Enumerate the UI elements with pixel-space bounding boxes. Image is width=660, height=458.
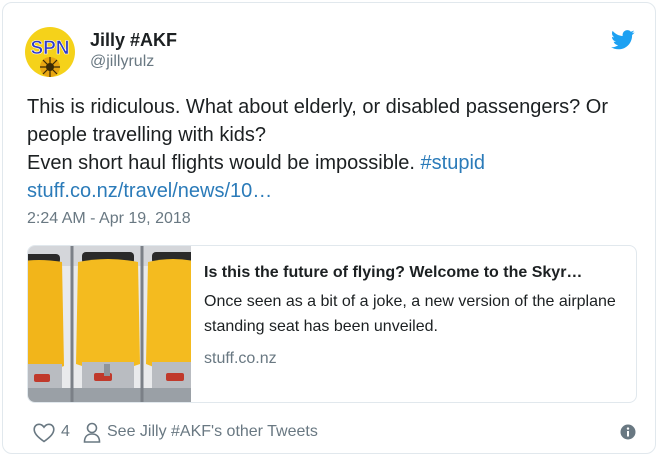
article-url-link[interactable]: stuff.co.nz/travel/news/10…: [27, 180, 272, 202]
see-other-tweets-link[interactable]: See Jilly #AKF's other Tweets: [107, 423, 318, 441]
twitter-bird-icon[interactable]: [611, 30, 635, 50]
tweet-text-line-2: people travelling with kids?: [27, 124, 267, 146]
tweet-timestamp[interactable]: 2:24 AM - Apr 19, 2018: [27, 210, 191, 228]
avatar[interactable]: SPN: [25, 27, 75, 77]
avatar-text: SPN: [30, 38, 69, 59]
like-count[interactable]: 4: [61, 423, 70, 441]
tweet-text-line-4: stuff.co.nz/travel/news/10…: [27, 177, 637, 205]
link-preview-card[interactable]: Is this the future of flying? Welcome to…: [27, 245, 637, 403]
heart-icon[interactable]: [33, 423, 55, 443]
tweet-text: This is ridiculous. What about elderly, …: [27, 93, 637, 205]
link-card-title: Is this the future of flying? Welcome to…: [204, 264, 583, 281]
embedded-tweet-card: SPN Jilly #AKF @jillyrulz This is ridicu…: [2, 2, 656, 454]
author-handle[interactable]: @jillyrulz: [90, 53, 154, 71]
author-name[interactable]: Jilly #AKF: [90, 30, 177, 51]
hashtag-link[interactable]: #stupid: [421, 152, 486, 174]
tweet-text-line-1: This is ridiculous. What about elderly, …: [27, 96, 609, 118]
tweet-footer: 4 See Jilly #AKF's other Tweets: [27, 421, 637, 445]
article-thumbnail-image: [28, 246, 191, 402]
tweet-text-line-3-text: Even short haul flights would be impossi…: [27, 152, 421, 174]
link-card-domain: stuff.co.nz: [204, 350, 277, 367]
person-icon[interactable]: [83, 422, 101, 443]
tweet-text-line-3: Even short haul flights would be impossi…: [27, 149, 637, 177]
avatar-image: SPN: [25, 27, 75, 77]
info-icon[interactable]: [620, 424, 636, 440]
link-card-description: Once seen as a bit of a joke, a new vers…: [204, 293, 616, 335]
